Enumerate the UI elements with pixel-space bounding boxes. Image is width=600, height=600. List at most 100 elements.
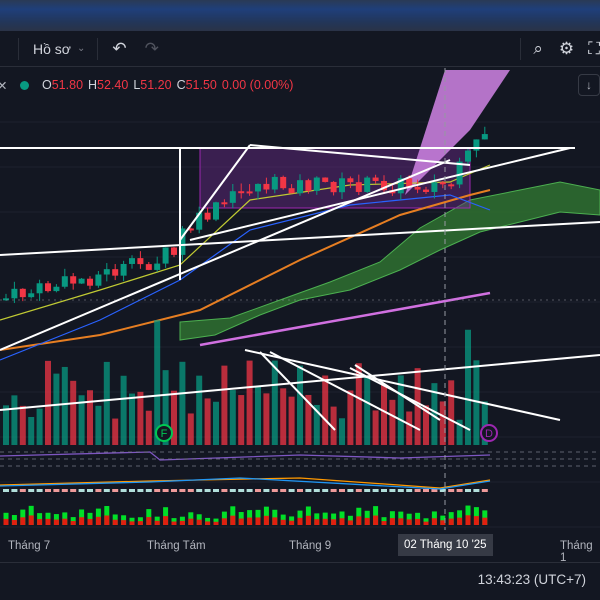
volume-bar — [448, 518, 454, 525]
close-value: 51.50 — [185, 78, 217, 92]
volume-bar — [364, 376, 371, 445]
macd-histogram — [221, 489, 228, 492]
volume-bar — [288, 396, 295, 445]
candle — [255, 183, 261, 192]
gear-icon[interactable]: ⚙ — [559, 39, 574, 59]
volume-bar — [381, 384, 387, 445]
candle — [372, 177, 379, 181]
divider — [18, 37, 19, 60]
volume-bar — [221, 518, 227, 525]
divider — [520, 37, 522, 60]
macd-histogram — [246, 489, 253, 492]
candle — [313, 177, 320, 191]
volume-bar — [415, 518, 421, 525]
volume-bar — [104, 515, 110, 525]
volume-bar — [120, 375, 127, 445]
macd-histogram — [423, 489, 429, 492]
volume-bar — [297, 365, 303, 445]
top-toolbar: Hồ sơ ⌄ ↶ ↷ ⌕ ⚙ ⛶ — [0, 31, 600, 67]
candle — [297, 180, 303, 194]
volume-bar — [145, 410, 152, 445]
quick-search-icon[interactable]: ⌕ — [533, 39, 543, 59]
volume-bar — [314, 519, 320, 525]
candle — [448, 184, 455, 187]
volume-bar — [137, 391, 144, 445]
macd-histogram — [70, 489, 77, 492]
volume-bar — [28, 515, 34, 525]
volume-bar — [204, 398, 211, 445]
volume-bar — [289, 520, 295, 525]
volume-bar — [36, 408, 43, 445]
volume-bar — [263, 515, 269, 525]
time-axis[interactable]: Tháng 7 Tháng Tám Tháng 9 02 Tháng 10 '2… — [0, 530, 600, 564]
volume-bar — [79, 517, 85, 525]
high-value: 52.40 — [97, 78, 129, 92]
candle — [465, 150, 471, 162]
macd-histogram — [271, 489, 278, 492]
macd-histogram — [297, 489, 303, 492]
candle — [120, 263, 127, 276]
volume-bar — [53, 519, 59, 525]
volume-bar — [45, 518, 51, 525]
volume-bar — [406, 519, 412, 525]
collapse-icon[interactable]: ✕ — [0, 78, 7, 93]
volume-bar — [87, 390, 93, 445]
macd-histogram — [129, 489, 135, 492]
volume-bar — [95, 405, 102, 445]
candle — [145, 264, 152, 270]
candle — [229, 191, 236, 203]
volume-bar — [246, 360, 253, 445]
macd-histogram — [406, 489, 413, 492]
volume-bar — [196, 375, 203, 445]
profile-menu[interactable]: Hồ sơ ⌄ — [33, 41, 85, 57]
candle — [339, 178, 345, 193]
volume-bar — [87, 518, 93, 525]
undo-icon[interactable]: ↶ — [112, 39, 126, 59]
candle — [103, 269, 110, 275]
candle — [355, 182, 362, 192]
low-value: 51.20 — [140, 78, 172, 92]
candle — [61, 276, 68, 287]
candle — [112, 269, 119, 276]
fullscreen-icon[interactable]: ⛶ — [588, 39, 600, 59]
candle — [87, 278, 93, 286]
macd-histogram — [78, 489, 85, 492]
volume-bar — [423, 521, 429, 525]
redo-icon[interactable]: ↷ — [145, 39, 159, 59]
macd-histogram — [28, 489, 35, 492]
candle — [19, 288, 26, 298]
volume-bar — [11, 395, 18, 445]
profile-label: Hồ sơ — [33, 40, 71, 57]
volume-bar — [196, 519, 202, 525]
macd-histogram — [3, 489, 9, 492]
volume-bar — [53, 373, 60, 445]
volume-bar — [339, 518, 345, 525]
clock[interactable]: 13:43:23 (UTC+7) — [478, 572, 586, 587]
volume-bar — [213, 401, 219, 445]
moving-average — [0, 189, 491, 351]
volume-bar — [188, 518, 194, 525]
candle — [423, 189, 429, 192]
volume-bar — [19, 405, 26, 445]
macd-histogram — [313, 489, 320, 492]
macd-histogram — [137, 489, 144, 492]
volume-bar — [70, 521, 76, 525]
scroll-to-latest-button[interactable]: ↓ — [578, 74, 600, 96]
volume-bar — [322, 518, 328, 525]
macd-histogram — [456, 489, 463, 492]
event-marker-label: D — [485, 428, 493, 440]
volume-bar — [331, 519, 337, 525]
macd-histogram — [381, 489, 387, 492]
candle — [221, 202, 228, 205]
volume-bar — [62, 518, 68, 525]
price-chart[interactable]: FD — [0, 68, 600, 530]
macd-histogram — [305, 489, 312, 492]
volume-bar — [129, 393, 135, 445]
macd-histogram — [330, 489, 337, 492]
candle — [364, 177, 371, 192]
time-label: Tháng Tám — [147, 540, 206, 552]
volume-bar — [137, 521, 143, 525]
open-value: 51.80 — [51, 78, 84, 92]
macd-histogram — [255, 489, 261, 492]
volume-bar — [179, 520, 185, 525]
